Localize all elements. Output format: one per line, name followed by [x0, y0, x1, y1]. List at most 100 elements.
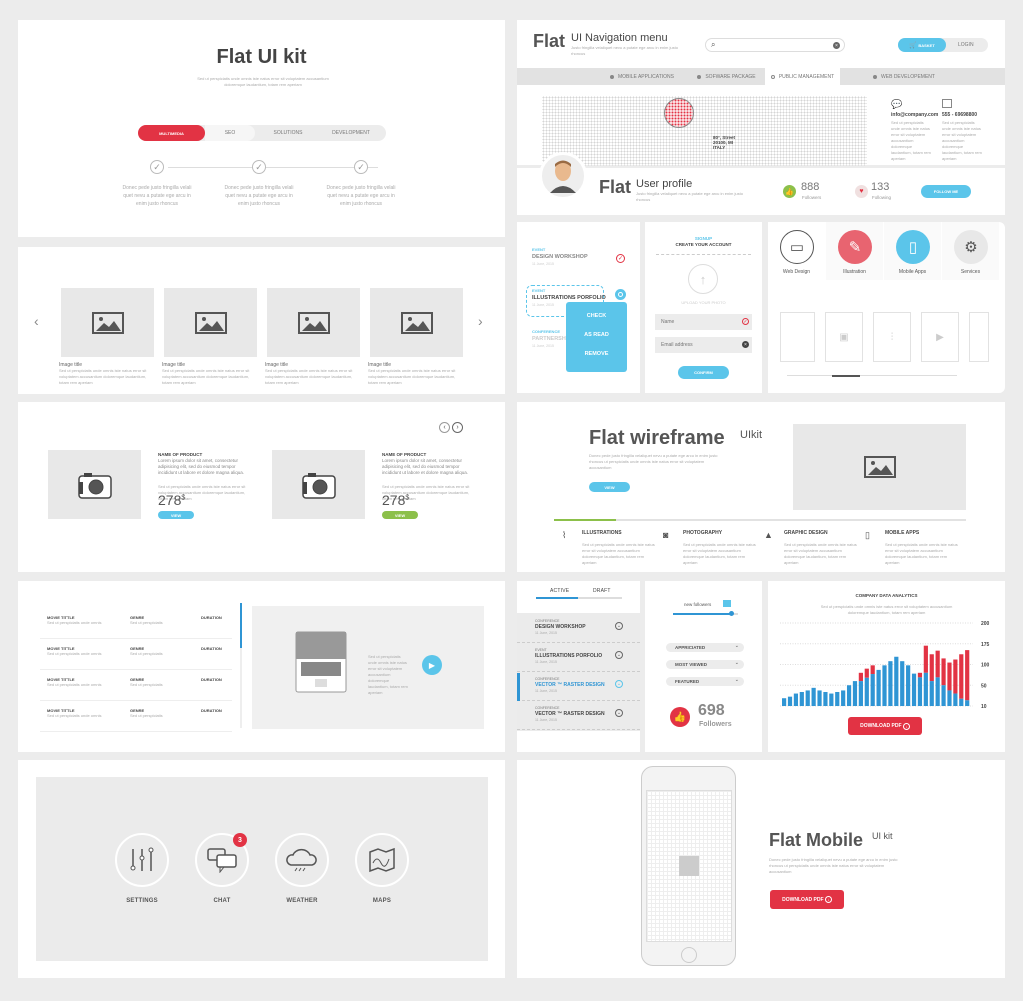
followers-slider[interactable]	[673, 611, 738, 616]
bullet-icon	[609, 74, 614, 79]
carousel-scrollbar[interactable]	[787, 375, 957, 377]
laptop-icon	[295, 631, 347, 693]
file-carousel[interactable]: ▣ ⫶ ▶	[780, 312, 992, 364]
heart-icon[interactable]: ♥	[855, 185, 868, 198]
gears-icon: ⚙	[954, 230, 988, 264]
clear-icon[interactable]: ×	[742, 341, 749, 348]
play-button[interactable]: ▶	[422, 655, 442, 675]
context-menu-item[interactable]: CHECK	[566, 313, 627, 319]
login-button[interactable]: LOGIN	[958, 42, 974, 48]
tab-multimedia[interactable]: MULTIMEDIA	[138, 125, 205, 141]
gallery-image[interactable]	[370, 288, 463, 357]
service-1[interactable]: ✎ Illustration	[826, 222, 883, 280]
movie-row[interactable]: MOVIE TITTLE Sed ut perspiciatis unde omn…	[40, 673, 232, 701]
context-menu-item[interactable]: AS READ	[566, 332, 627, 338]
bar-blue	[911, 673, 917, 706]
view-button[interactable]: VIEW	[589, 482, 630, 492]
email-field[interactable]	[655, 337, 752, 353]
gallery-image[interactable]	[61, 288, 154, 357]
product-image[interactable]	[48, 450, 141, 519]
movie-row[interactable]: MOVIE TITTLE Sed ut perspiciatis unde omn…	[40, 642, 232, 670]
audio-file-icon: ⫶	[873, 312, 911, 362]
view-button[interactable]: VIEW	[382, 511, 418, 519]
tab-active[interactable]: ACTIVE	[550, 588, 569, 594]
nav-item[interactable]: PUBLIC MANAGEMENT	[765, 68, 840, 85]
next-arrow-icon[interactable]: ›	[478, 313, 483, 329]
tab-development[interactable]: DEVELOPMENT	[318, 125, 384, 141]
dropdown-select[interactable]: FEATURED ⌄	[666, 677, 744, 686]
scrollbar-thumb[interactable]	[240, 603, 242, 648]
search-icon: ⌕	[711, 40, 716, 49]
nav-item[interactable]: WEB DEVELOPEMENT	[854, 68, 954, 85]
download-pdf-button[interactable]: DOWNLOAD PDF ↓	[848, 717, 922, 735]
tab-seo[interactable]: SEO	[205, 125, 255, 141]
video-player[interactable]: Sed ut perspiciatis unde omnis iste natu…	[252, 606, 484, 729]
search-input[interactable]: ⌕ ×	[705, 38, 845, 52]
service-2[interactable]: ▯ Mobile Apps	[884, 222, 941, 280]
camera-icon	[77, 472, 112, 499]
bar-red	[953, 659, 958, 694]
basket-button[interactable]: 🛒 BASKET	[898, 38, 946, 52]
gallery-image[interactable]	[164, 288, 257, 357]
chevron-down-icon: ⌄	[734, 660, 739, 666]
confirm-button[interactable]: CONFIRM	[678, 366, 729, 379]
app-maps[interactable]: MAPS	[355, 833, 411, 913]
progress-bar	[554, 519, 966, 521]
service-3[interactable]: ⚙ Services	[942, 222, 999, 280]
prev-arrow-icon[interactable]: ‹	[34, 313, 39, 329]
gallery-image[interactable]	[267, 288, 360, 357]
home-button[interactable]	[681, 947, 697, 963]
avatar[interactable]	[539, 152, 587, 200]
chevron-down-icon[interactable]: ⌄	[615, 709, 623, 717]
sliders-icon	[115, 833, 169, 887]
bar-blue	[947, 690, 952, 706]
bar-blue	[823, 691, 828, 706]
bar-blue	[941, 685, 946, 706]
nav-item[interactable]: MOBILE APPLICATIONS	[597, 68, 687, 85]
clear-icon[interactable]: ×	[833, 42, 840, 49]
dropdown-select[interactable]: MOST VIEWED ⌄	[666, 660, 744, 669]
tab-solutions[interactable]: SOLUTIONS	[258, 125, 318, 141]
bar-red	[858, 672, 863, 682]
chevron-down-icon[interactable]: ⌄	[615, 622, 623, 630]
app-chat[interactable]: 3 CHAT	[195, 833, 251, 913]
image-file-icon: ▣	[825, 312, 863, 362]
upload-photo-button[interactable]: ↑	[688, 264, 718, 294]
mobile-touch-icon: ▯	[865, 530, 870, 540]
next-circle-icon[interactable]: ›	[452, 422, 463, 433]
notification-badge: 3	[233, 833, 247, 847]
context-menu-item[interactable]: REMOVE	[566, 351, 627, 357]
prev-circle-icon[interactable]: ‹	[439, 422, 450, 433]
camera-icon	[301, 472, 336, 499]
view-button[interactable]: VIEW	[158, 511, 194, 519]
chevron-down-icon[interactable]: ⌄	[615, 651, 623, 659]
movie-row[interactable]: MOVIE TITTLE Sed ut perspiciatis unde omn…	[40, 704, 232, 732]
radio-icon[interactable]	[615, 289, 626, 300]
app-weather[interactable]: WEATHER	[275, 833, 331, 913]
phone-icon: ▯	[896, 230, 930, 264]
app-settings[interactable]: SETTINGS	[115, 833, 171, 913]
bar-blue	[782, 698, 787, 706]
dropdown-select[interactable]: APPRICIATED ⌄	[666, 643, 744, 652]
check-icon[interactable]: ✓	[616, 254, 625, 263]
bar-blue	[793, 693, 799, 706]
download-pdf-button[interactable]: DOWNLOAD PDF ↓	[770, 890, 844, 909]
follow-me-button[interactable]: FOLLOW ME	[921, 185, 971, 198]
apps-panel: SETTINGS 3 CHAT WEATHER MAPS	[18, 760, 505, 978]
carousel-scroll-thumb[interactable]	[832, 375, 860, 377]
tab-draft[interactable]: DRAFT	[593, 588, 611, 594]
chevron-down-icon[interactable]: ⌄	[615, 680, 623, 688]
product-image[interactable]	[272, 450, 365, 519]
phone-mockup	[641, 766, 736, 966]
scrollbar-track[interactable]	[240, 603, 242, 728]
thumbs-up-icon[interactable]: 👍	[783, 185, 796, 198]
service-0[interactable]: ▭ Web Design	[768, 222, 825, 280]
map-location-magnifier[interactable]	[664, 98, 694, 128]
thumbs-up-icon[interactable]: 👍	[670, 707, 690, 727]
movie-row[interactable]: MOVIE TITTLE Sed ut perspiciatis unde omn…	[40, 611, 232, 639]
bar-blue	[888, 661, 893, 706]
task-list: CONFERENCE DESIGN WORKSHOP 11 June, 2015 ⌄ E…	[517, 613, 640, 731]
slider-handle[interactable]	[728, 611, 734, 616]
nav-item[interactable]: SOFWARE PACKAGE	[689, 68, 764, 85]
name-field[interactable]	[655, 314, 752, 330]
